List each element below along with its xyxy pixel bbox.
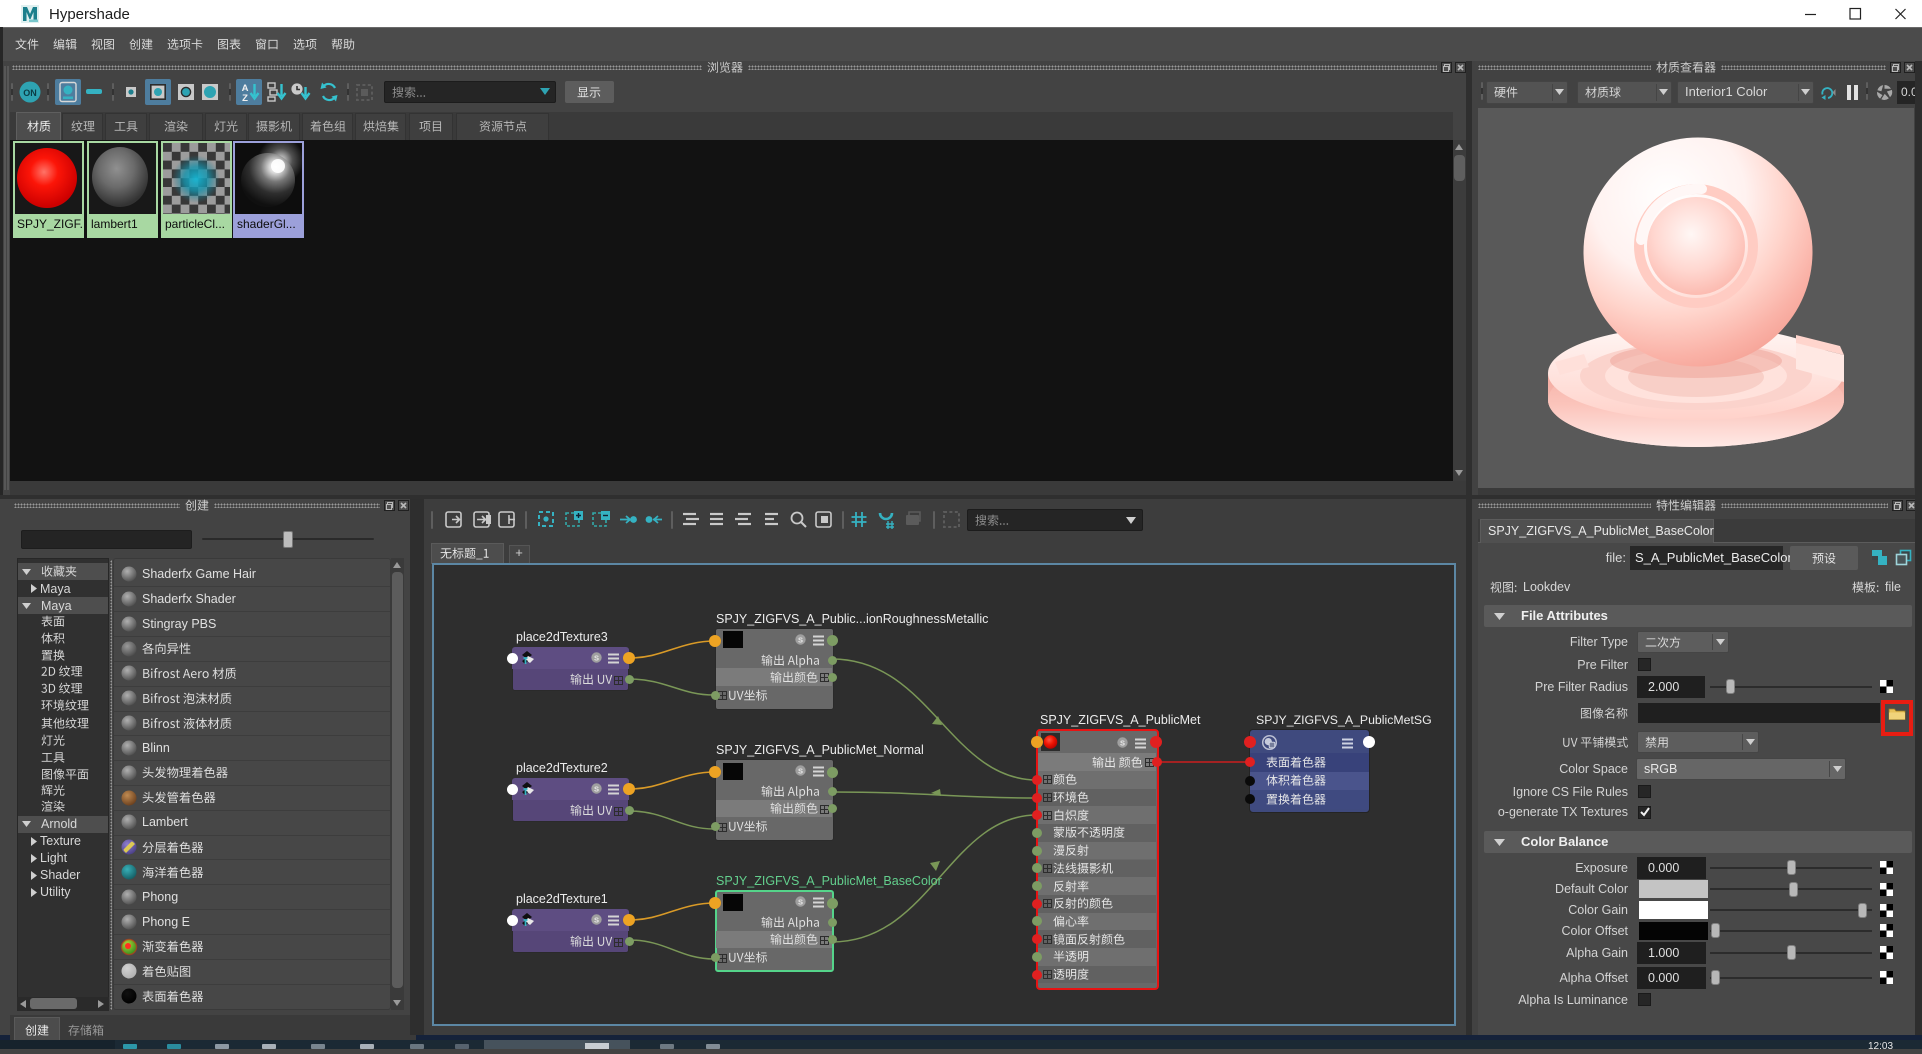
svg-text:S: S	[594, 784, 599, 793]
svg-text:ON: ON	[23, 88, 37, 98]
svg-text:S: S	[798, 635, 803, 644]
svg-text:S: S	[798, 897, 803, 906]
svg-text:S: S	[594, 653, 599, 662]
svg-text:Z: Z	[242, 93, 248, 104]
svg-text:S: S	[1120, 738, 1125, 747]
svg-text:S: S	[594, 915, 599, 924]
svg-text:S: S	[798, 766, 803, 775]
